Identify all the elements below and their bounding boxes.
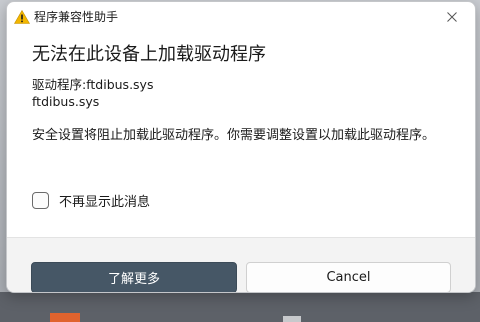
taskbar-indicator [283,316,301,322]
dont-show-again-checkbox[interactable] [32,192,49,209]
driver-file-line: ftdibus.sys [32,94,100,109]
cancel-button[interactable]: Cancel [246,262,451,292]
close-icon [447,7,457,26]
taskbar-app-icon [50,313,80,322]
dialog-message: 安全设置将阻止加载此驱动程序。你需要调整设置以加载此驱动程序。 [32,128,436,143]
dialog-footer: 了解更多 Cancel [7,237,475,292]
window-title: 程序兼容性助手 [34,10,119,24]
compatibility-dialog: 程序兼容性助手 无法在此设备上加载驱动程序 驱动程序:ftdibus.sys f… [6,1,476,293]
driver-name-line: 驱动程序:ftdibus.sys [32,77,154,92]
title-bar: 程序兼容性助手 [7,2,475,30]
dont-show-again-label: 不再显示此消息 [59,195,151,210]
dont-show-again-row[interactable]: 不再显示此消息 [32,191,150,210]
close-button[interactable] [429,2,475,30]
dialog-heading: 无法在此设备上加载驱动程序 [32,44,266,65]
warning-icon [13,9,31,24]
learn-more-button[interactable]: 了解更多 [31,262,237,292]
